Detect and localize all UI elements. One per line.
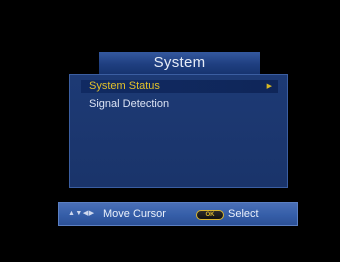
menu-panel: System Status ▶ Signal Detection <box>69 74 288 188</box>
menu-item-label: System Status <box>89 80 160 92</box>
arrow-keys-icon: ▲▼◀▶ <box>68 210 95 217</box>
menu-item-label: Signal Detection <box>89 98 170 110</box>
ok-button-icon: OK <box>196 210 224 220</box>
chevron-right-icon: ▶ <box>266 83 272 90</box>
tv-osd-screen: System System Status ▶ Signal Detection … <box>0 0 340 262</box>
help-bar: ▲▼◀▶ Move Cursor OK Select <box>58 202 298 226</box>
select-label: Select <box>228 208 259 220</box>
page-title: System <box>99 52 260 74</box>
menu-item-signal-detection[interactable]: Signal Detection <box>81 98 278 111</box>
move-cursor-label: Move Cursor <box>103 208 166 220</box>
menu-item-system-status[interactable]: System Status ▶ <box>81 80 278 93</box>
